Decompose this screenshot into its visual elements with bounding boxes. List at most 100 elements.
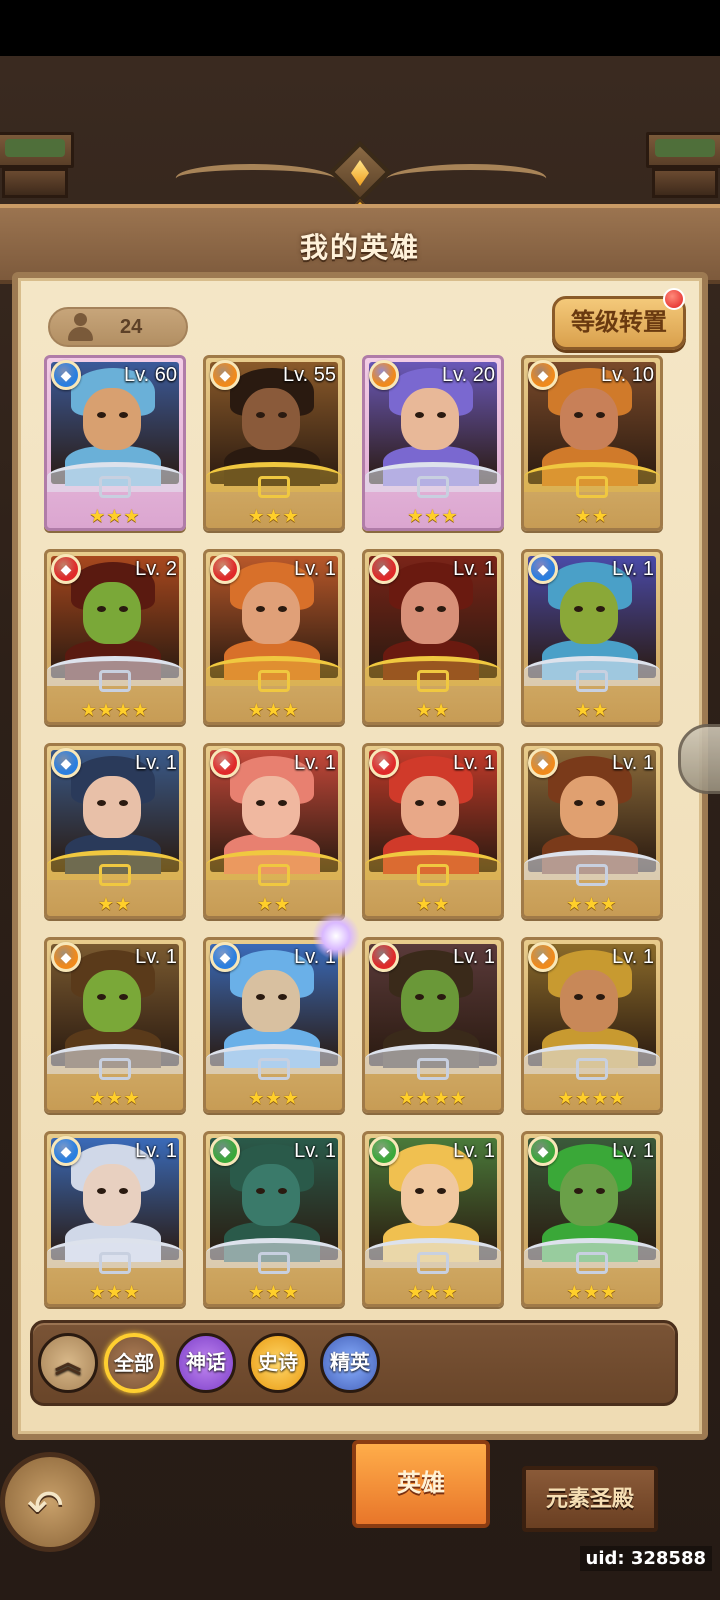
fire-element-icon: ◆: [210, 554, 240, 584]
hero-eye: [596, 606, 605, 612]
back-button[interactable]: ↶: [0, 1452, 100, 1552]
hero-card[interactable]: ★★★ Lv. 20 ◆: [362, 355, 504, 531]
water-element-icon: ◆: [210, 942, 240, 972]
rank-badge-icon: [258, 1252, 290, 1274]
hero-face: [560, 1164, 618, 1226]
right-pillar-decoration: [646, 132, 720, 202]
star-rating: ★★★★: [80, 700, 150, 720]
sparkle-effect: [312, 912, 360, 960]
hero-card[interactable]: ★★ Lv. 1 ◆: [203, 743, 345, 919]
hero-card[interactable]: ★★★ Lv. 1 ◆: [521, 1131, 663, 1307]
earth-element-icon: ◆: [528, 942, 558, 972]
tab-element-temple[interactable]: 元素圣殿: [522, 1466, 658, 1532]
hero-eye: [415, 1188, 424, 1194]
left-pillar-decoration: [0, 132, 74, 202]
earth-element-icon: ◆: [528, 748, 558, 778]
hero-card[interactable]: ★★★ Lv. 1 ◆: [44, 937, 186, 1113]
rank-badge-icon: [99, 1252, 131, 1274]
hero-card[interactable]: ★★★ Lv. 1 ◆: [203, 1131, 345, 1307]
earth-element-icon: ◆: [210, 360, 240, 390]
hero-card[interactable]: ★★ Lv. 1 ◆: [362, 549, 504, 725]
side-drawer-handle[interactable]: [678, 724, 720, 794]
rank-badge-icon: [417, 1058, 449, 1080]
star-rating: ★★★: [89, 506, 141, 526]
rank-badge-icon: [258, 476, 290, 498]
star-rating: ★★: [574, 506, 610, 526]
rank-badge-icon: [576, 476, 608, 498]
back-arrow-icon: ↶: [27, 1482, 64, 1531]
star-rating: ★★★: [248, 1282, 300, 1302]
rank-badge-icon: [99, 864, 131, 886]
filter-myth-button[interactable]: 神话: [176, 1333, 236, 1393]
fire-element-icon: ◆: [210, 748, 240, 778]
hero-level: Lv. 10: [601, 364, 654, 386]
water-element-icon: ◆: [51, 360, 81, 390]
hero-card[interactable]: ★★ Lv. 1 ◆: [44, 743, 186, 919]
hero-eye: [574, 800, 583, 806]
rank-badge-icon: [258, 1058, 290, 1080]
hero-eye: [574, 412, 583, 418]
hero-face: [242, 776, 300, 838]
hero-eye: [119, 1188, 128, 1194]
hero-card[interactable]: ★★★ Lv. 55 ◆: [203, 355, 345, 531]
hero-face: [560, 582, 618, 644]
fire-element-icon: ◆: [369, 748, 399, 778]
hero-card[interactable]: ★★★ Lv. 1 ◆: [362, 1131, 504, 1307]
hero-eye: [574, 994, 583, 1000]
hero-card[interactable]: ★★ Lv. 10 ◆: [521, 355, 663, 531]
hero-eye: [97, 606, 106, 612]
hero-level: Lv. 60: [124, 364, 177, 386]
hero-eye: [596, 412, 605, 418]
hero-eye: [256, 1188, 265, 1194]
rank-badge-icon: [417, 476, 449, 498]
star-rating: ★★: [256, 894, 292, 914]
hero-eye: [119, 994, 128, 1000]
rank-badge-icon: [576, 1058, 608, 1080]
hero-card[interactable]: ★★★ Lv. 1 ◆: [203, 549, 345, 725]
hero-card[interactable]: ★★★★ Lv. 1 ◆: [521, 937, 663, 1113]
rank-badge-icon: [417, 1252, 449, 1274]
filter-all-button[interactable]: 全部: [104, 1333, 164, 1393]
hero-eye: [119, 412, 128, 418]
rank-badge-icon: [576, 864, 608, 886]
hero-eye: [97, 412, 106, 418]
hero-face: [83, 1164, 141, 1226]
hero-card[interactable]: ★★★★ Lv. 1 ◆: [362, 937, 504, 1113]
hero-card[interactable]: ★★★ Lv. 1 ◆: [203, 937, 345, 1113]
star-rating: ★★: [97, 894, 133, 914]
hero-eye: [437, 1188, 446, 1194]
hero-face: [560, 388, 618, 450]
hero-level: Lv. 1: [612, 946, 654, 968]
hero-card[interactable]: ★★ Lv. 1 ◆: [362, 743, 504, 919]
hero-card[interactable]: ★★★ Lv. 1 ◆: [44, 1131, 186, 1307]
rank-badge-icon: [576, 670, 608, 692]
rank-badge-icon: [99, 1058, 131, 1080]
star-rating: ★★★: [248, 1088, 300, 1108]
hero-card[interactable]: ★★★ Lv. 60 ◆: [44, 355, 186, 531]
hero-eye: [574, 1188, 583, 1194]
hero-card[interactable]: ★★★ Lv. 1 ◆: [521, 743, 663, 919]
hero-eye: [596, 1188, 605, 1194]
hero-level: Lv. 1: [453, 946, 495, 968]
hero-level: Lv. 1: [135, 946, 177, 968]
hero-face: [401, 1164, 459, 1226]
collapse-filter-button[interactable]: ︽: [38, 1333, 98, 1393]
star-rating: ★★★: [566, 894, 618, 914]
star-rating: ★★★★: [557, 1088, 627, 1108]
hero-card[interactable]: ★★★★ Lv. 2 ◆: [44, 549, 186, 725]
filter-epic-button[interactable]: 史诗: [248, 1333, 308, 1393]
hero-eye: [415, 800, 424, 806]
hero-level: Lv. 1: [612, 752, 654, 774]
hero-eye: [437, 412, 446, 418]
hero-eye: [278, 412, 287, 418]
hero-level: Lv. 2: [135, 558, 177, 580]
hero-face: [242, 388, 300, 450]
rank-badge-icon: [417, 864, 449, 886]
hero-face: [401, 776, 459, 838]
nature-element-icon: ◆: [528, 1136, 558, 1166]
uid-label: uid: 328588: [579, 1546, 712, 1571]
tab-hero[interactable]: 英雄: [352, 1440, 490, 1528]
hero-eye: [256, 606, 265, 612]
filter-elite-button[interactable]: 精英: [320, 1333, 380, 1393]
hero-card[interactable]: ★★ Lv. 1 ◆: [521, 549, 663, 725]
